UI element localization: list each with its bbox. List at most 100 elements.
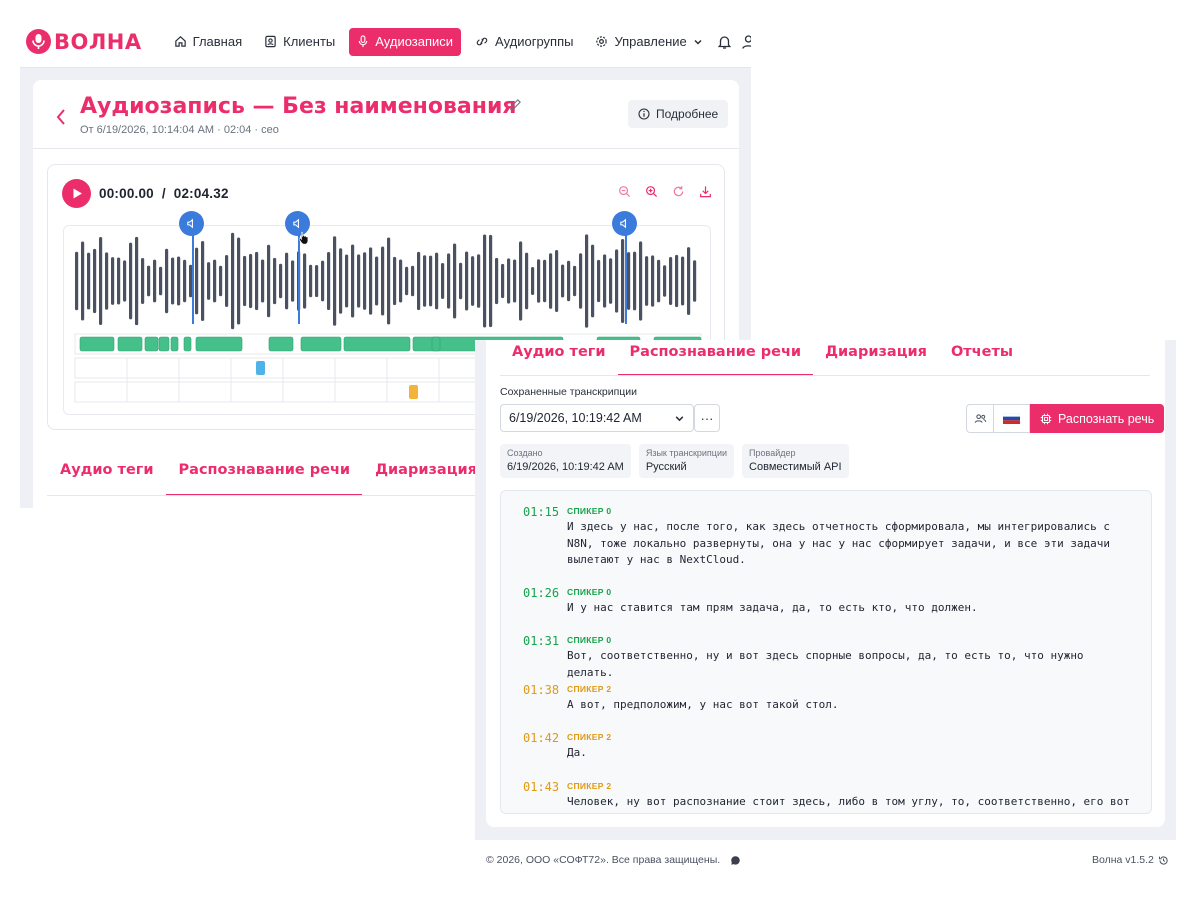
edit-title-button[interactable] [509, 98, 522, 116]
waveform-bar [237, 237, 241, 325]
tab-speech-recognition[interactable]: Распознавание речи [617, 340, 814, 376]
nav-clients-label: Клиенты [283, 34, 336, 49]
waveform-bar [399, 259, 403, 303]
waveform-bar [117, 257, 121, 305]
current-time: 00:00.00 [99, 186, 154, 201]
waveform-bar [579, 253, 583, 309]
tab-reports[interactable]: Отчеты [939, 340, 1025, 376]
segment-time[interactable]: 01:38 [523, 683, 563, 697]
transcript-list[interactable]: 01:15 СПИКЕР 0 И здесь у нас, после того… [500, 490, 1152, 814]
waveform-bar [147, 265, 151, 297]
saved-transcription-value: 6/19/2026, 10:19:42 AM [509, 411, 642, 425]
waveform-bar [159, 266, 163, 296]
segment-speaker: СПИКЕР 0 [567, 635, 612, 645]
waveform-bar [357, 254, 361, 308]
meta-provider-label: Провайдер [749, 448, 796, 458]
speaker-segment-orange [409, 385, 418, 399]
nav-audiogroups[interactable]: Аудиогруппы [467, 28, 581, 56]
speech-segment [268, 336, 294, 352]
player-toolbar [616, 183, 714, 200]
play-icon [73, 188, 82, 199]
reset-zoom-button[interactable] [670, 183, 687, 200]
download-button[interactable] [697, 183, 714, 200]
waveform-bar [327, 251, 331, 311]
waveform-bar [483, 234, 487, 328]
waveform-bar [417, 251, 421, 311]
segment-time[interactable]: 01:15 [523, 505, 563, 519]
back-button[interactable] [55, 108, 67, 131]
waveform-bar [633, 251, 637, 311]
cpu-icon [1040, 413, 1052, 424]
waveform-bar [189, 264, 193, 298]
copyright-text: © 2026, ООО «СОФТ72». Все права защищены… [486, 854, 721, 866]
nav-home-label: Главная [192, 34, 243, 49]
waveform-bar [141, 258, 145, 304]
microphone-icon [358, 35, 368, 48]
nav-clients[interactable]: Клиенты [256, 28, 343, 56]
waveform-bar [381, 246, 385, 316]
waveform-bar [225, 255, 229, 307]
waveform-bar [561, 264, 565, 298]
version-text: Волна v1.5.2 [1092, 854, 1154, 866]
nav-home[interactable]: Главная [166, 28, 250, 56]
history-icon[interactable] [1158, 855, 1169, 866]
segment-time[interactable]: 01:43 [523, 780, 563, 794]
tab-diarization[interactable]: Диаризация [362, 450, 489, 496]
waveform-bar [75, 251, 79, 311]
brand-logo[interactable]: ВОЛНА [26, 29, 142, 54]
meta-language-value: Русский [645, 461, 687, 473]
meta-language-label: Язык транскрипции [645, 448, 728, 458]
nav-recordings[interactable]: Аудиозаписи [349, 27, 462, 56]
waveform-bar [213, 259, 217, 303]
waveform-bar [693, 260, 697, 302]
tab-speech-recognition[interactable]: Распознавание речи [165, 450, 363, 496]
more-options-button[interactable]: ··· [694, 404, 720, 432]
chevron-down-icon [675, 415, 684, 421]
details-button[interactable]: Подробнее [628, 100, 729, 128]
waveform-bar [573, 265, 577, 297]
waveform-bar [177, 256, 181, 306]
play-button[interactable] [62, 179, 91, 208]
brand-name: ВОЛНА [54, 29, 142, 54]
waveform-bar [609, 258, 613, 304]
chat-icon[interactable] [730, 855, 741, 866]
segment-text: Вот, соответственно, ну и вот здесь спор… [567, 649, 1084, 679]
segment-time[interactable]: 01:26 [523, 586, 563, 600]
home-icon [174, 36, 186, 47]
notifications-button[interactable] [717, 28, 732, 56]
tab-diarization[interactable]: Диаризация [813, 340, 939, 376]
segment-text: Человек, ну вот распознание стоит здесь,… [567, 795, 1130, 808]
zoom-in-button[interactable] [643, 183, 660, 200]
recognize-speech-button[interactable]: Распознать речь [1030, 404, 1165, 433]
saved-transcription-select[interactable]: 6/19/2026, 10:19:42 AM [500, 404, 694, 432]
segment-time[interactable]: 01:42 [523, 731, 563, 745]
waveform-bar [309, 264, 313, 298]
tab-audio-tags[interactable]: Аудио теги [47, 450, 166, 496]
segment-text: Да. [567, 746, 587, 759]
tab-audio-tags[interactable]: Аудио теги [500, 340, 618, 376]
speakers-button[interactable] [966, 404, 994, 433]
meta-provider: Провайдер Совместимый API [742, 444, 849, 478]
profile-button[interactable] [741, 28, 751, 56]
footer-copyright: © 2026, ООО «СОФТ72». Все права защищены… [486, 854, 741, 866]
zoom-out-button[interactable] [616, 183, 633, 200]
language-button[interactable] [994, 404, 1030, 433]
marker-line [192, 226, 194, 324]
info-icon [638, 108, 650, 120]
marker-pin-3[interactable] [612, 211, 637, 236]
page-title: Аудиозапись — Без наименования [80, 94, 517, 119]
waveform-bar [195, 247, 199, 315]
marker-pin-1[interactable] [179, 211, 204, 236]
waveform-bar [471, 256, 475, 306]
segment-speaker: СПИКЕР 0 [567, 587, 612, 597]
waveform-bar [255, 251, 259, 311]
waveform-bar [657, 259, 661, 303]
segment-time[interactable]: 01:31 [523, 634, 563, 648]
nav-management[interactable]: Управление [587, 28, 710, 56]
card-divider [33, 148, 739, 149]
pencil-icon [510, 99, 521, 110]
waveform-bar [129, 242, 133, 320]
waveform-bar [627, 252, 631, 310]
recognize-speech-label: Распознать речь [1058, 411, 1155, 426]
details-button-label: Подробнее [656, 107, 719, 121]
